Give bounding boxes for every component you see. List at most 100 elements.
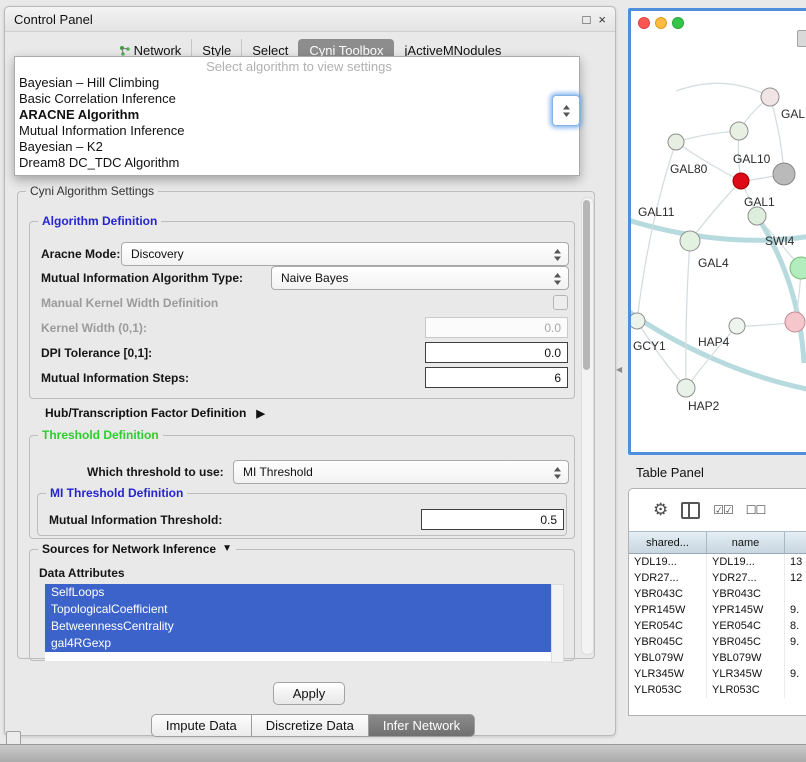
kernel-width-label: Kernel Width (0,1): (41, 322, 147, 335)
column-header[interactable]: shared... (629, 532, 707, 553)
algorithm-option[interactable]: Bayesian – K2 (15, 139, 579, 155)
table-cell: YBL079W (707, 650, 785, 666)
attribute-item[interactable]: gal4RGexp (45, 635, 551, 652)
mi-steps-label: Mutual Information Steps: (41, 372, 189, 385)
bottom-tab-discretize-data[interactable]: Discretize Data (252, 714, 369, 737)
table-cell: YBR043C (707, 586, 785, 602)
table-cell: YDL19... (707, 554, 785, 570)
network-node-label: GAL4 (698, 256, 729, 270)
bottom-strip (0, 744, 806, 762)
select-all-columns-icon[interactable]: ☑☑ (713, 503, 733, 517)
attribute-item[interactable]: BetweennessCentrality (45, 618, 551, 635)
mi-steps-field[interactable]: 6 (425, 367, 568, 388)
network-node[interactable] (730, 122, 748, 140)
network-node[interactable] (680, 231, 700, 251)
table-cell: YLR345W (629, 666, 707, 682)
attribute-item[interactable]: SelfLoops (45, 584, 551, 601)
table-cell: YLR053C (629, 682, 707, 698)
close-icon[interactable]: × (598, 12, 606, 27)
cyni-algorithm-settings-title: Cyni Algorithm Settings (26, 184, 158, 198)
network-node[interactable] (748, 207, 766, 225)
column-header[interactable]: name (707, 532, 785, 553)
algorithm-combobox-fragment[interactable] (552, 95, 580, 126)
settings-scrollbar-track[interactable] (581, 197, 594, 655)
algorithm-option[interactable]: ARACNE Algorithm (15, 107, 579, 123)
settings-scrollbar-thumb[interactable] (583, 200, 590, 370)
network-node[interactable] (785, 312, 805, 332)
table-cell: YBR043C (629, 586, 707, 602)
network-canvas[interactable]: GALGAL80GAL10GAL11GAL1SWI4GAL4GCY1HAP4HA… (631, 11, 806, 452)
network-node[interactable] (631, 313, 645, 329)
network-edge[interactable] (686, 241, 690, 388)
network-node[interactable] (668, 134, 684, 150)
algorithm-option[interactable]: Dream8 DC_TDC Algorithm (15, 155, 579, 171)
algorithm-definition-title: Algorithm Definition (38, 214, 161, 228)
table-cell: YDR27... (629, 570, 707, 586)
aracne-mode-select[interactable]: Discovery (121, 242, 569, 266)
table-cell: 12 (785, 570, 806, 586)
network-node[interactable] (677, 379, 695, 397)
network-scrollbar-fragment[interactable] (797, 30, 806, 47)
network-node-label: SWI4 (765, 234, 795, 248)
table-row[interactable]: YBR043CYBR043C (629, 586, 806, 602)
network-node[interactable] (761, 88, 779, 106)
mi-type-label: Mutual Information Algorithm Type: (41, 272, 243, 285)
bottom-tab-impute-data[interactable]: Impute Data (151, 714, 252, 737)
minimize-window-icon[interactable] (655, 17, 667, 29)
network-edge[interactable] (676, 83, 770, 97)
network-node[interactable] (729, 318, 745, 334)
bottom-tab-infer-network[interactable]: Infer Network (369, 714, 475, 737)
network-node-label: HAP2 (688, 399, 720, 413)
gear-icon[interactable]: ⚙ (653, 500, 668, 520)
table-row[interactable]: YLR345WYLR345W9. (629, 666, 806, 682)
table-cell: YER054C (629, 618, 707, 634)
network-node-label: GCY1 (633, 339, 666, 353)
zoom-window-icon[interactable] (672, 17, 684, 29)
network-node[interactable] (790, 257, 806, 279)
float-window-icon[interactable]: □ (583, 12, 591, 27)
which-threshold-value: MI Threshold (243, 465, 313, 479)
algorithm-option[interactable]: Bayesian – Hill Climbing (15, 75, 579, 91)
table-cell (785, 586, 806, 602)
panel-splitter-icon[interactable]: ◀ (616, 365, 622, 374)
sources-group-title[interactable]: Sources for Network Inference ▼ (38, 542, 236, 556)
network-node-label: GAL11 (638, 205, 675, 219)
table-cell: YDL19... (629, 554, 707, 570)
algorithm-option[interactable]: Basic Correlation Inference (15, 91, 579, 107)
combo-stepper-icon (562, 104, 571, 118)
mi-steps-value: 6 (554, 371, 561, 385)
network-node[interactable] (733, 173, 749, 189)
table-row[interactable]: YBR045CYBR045C9. (629, 634, 806, 650)
table-row[interactable]: YER054CYER054C8. (629, 618, 806, 634)
close-window-icon[interactable] (638, 17, 650, 29)
network-edge[interactable] (690, 181, 741, 241)
attribute-item[interactable]: TopologicalCoefficient (45, 601, 551, 618)
network-edge[interactable] (676, 131, 739, 142)
hub-tf-definition-label: Hub/Transcription Factor Definition (45, 406, 246, 420)
table-row[interactable]: YDR27...YDR27...12 (629, 570, 806, 586)
table-cell: YBL079W (629, 650, 707, 666)
mi-type-select[interactable]: Naive Bayes (271, 266, 569, 290)
attributes-scrollbar-track[interactable] (551, 584, 564, 663)
table-header-row: shared...name (629, 531, 806, 554)
network-view-window[interactable]: GALGAL80GAL10GAL11GAL1SWI4GAL4GCY1HAP4HA… (628, 8, 806, 455)
algorithm-option[interactable]: Mutual Information Inference (15, 123, 579, 139)
deselect-columns-icon[interactable]: ☐☐ (746, 503, 766, 517)
manual-kernel-checkbox (553, 295, 568, 310)
mi-threshold-field[interactable]: 0.5 (421, 509, 564, 530)
control-panel-titlebar: Control Panel □ × (5, 7, 615, 32)
table-row[interactable]: YLR053CYLR053C (629, 682, 806, 698)
table-cell: YBR045C (629, 634, 707, 650)
table-row[interactable]: YPR145WYPR145W9. (629, 602, 806, 618)
column-header[interactable] (785, 532, 806, 553)
table-row[interactable]: YDL19...YDL19...13 (629, 554, 806, 570)
aracne-mode-label: Aracne Mode: (41, 248, 120, 261)
table-row[interactable]: YBL079WYBL079W (629, 650, 806, 666)
apply-button[interactable]: Apply (273, 682, 345, 705)
network-node[interactable] (773, 163, 795, 185)
combo-stepper-icon (553, 248, 562, 265)
dpi-tolerance-field[interactable]: 0.0 (425, 342, 568, 363)
which-threshold-select[interactable]: MI Threshold (233, 460, 569, 484)
hub-tf-definition-toggle[interactable]: Hub/Transcription Factor Definition ▶ (45, 406, 265, 420)
columns-icon[interactable] (681, 502, 700, 519)
